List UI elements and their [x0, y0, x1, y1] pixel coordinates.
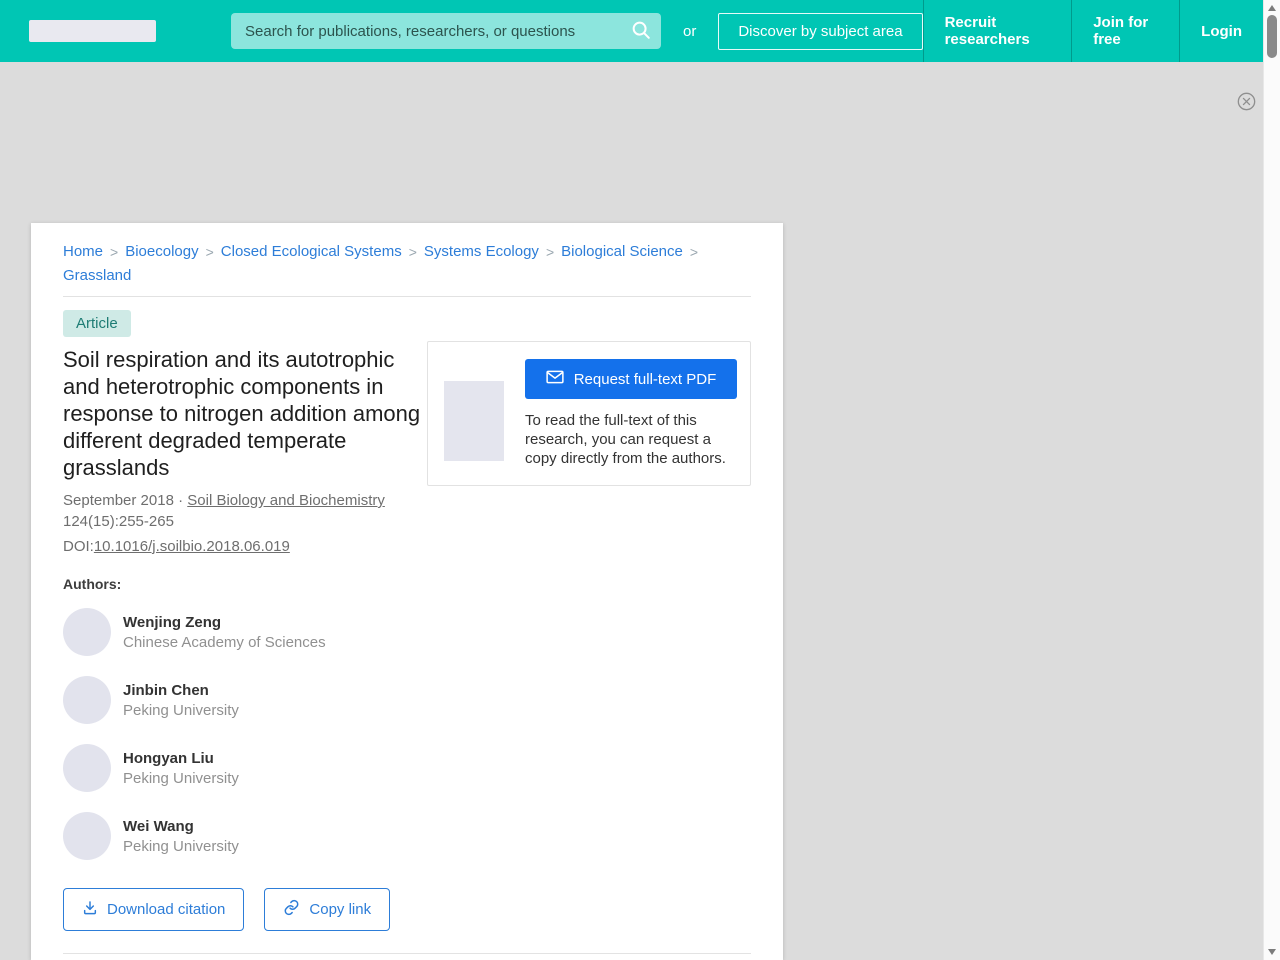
author-affiliation: Peking University — [123, 838, 239, 855]
scrollbar-thumb[interactable] — [1267, 15, 1277, 58]
chevron-right-icon: > — [110, 243, 119, 260]
search-box — [231, 13, 661, 49]
request-fulltext-card: Request full-text PDF To read the full-t… — [427, 341, 751, 486]
author-row[interactable]: Wei Wang Peking University — [63, 812, 427, 860]
search-input[interactable] — [231, 13, 661, 49]
top-navigation-bar: or Discover by subject area Recruit rese… — [0, 0, 1263, 62]
page-title: Soil respiration and its autotrophic and… — [63, 347, 421, 480]
publication-date-line: September 2018 · Soil Biology and Bioche… — [63, 490, 427, 511]
chevron-right-icon: > — [205, 243, 214, 260]
article-type-badge: Article — [63, 310, 131, 337]
vertical-scrollbar[interactable] — [1263, 0, 1280, 960]
author-name[interactable]: Wenjing Zeng — [123, 614, 326, 631]
site-logo[interactable] — [29, 20, 156, 42]
author-affiliation: Peking University — [123, 702, 239, 719]
scroll-up-arrow-icon[interactable] — [1268, 5, 1276, 11]
search-icon — [630, 19, 652, 44]
author-info: Jinbin Chen Peking University — [123, 676, 239, 719]
author-info: Wei Wang Peking University — [123, 812, 239, 855]
volume-pages: 124(15):255-265 — [63, 513, 174, 530]
author-row[interactable]: Jinbin Chen Peking University — [63, 676, 427, 724]
request-description: To read the full-text of this research, … — [525, 412, 726, 467]
request-content: Request full-text PDF To read the full-t… — [525, 359, 737, 468]
action-buttons: Download citation Copy link — [63, 888, 427, 931]
avatar[interactable] — [63, 812, 111, 860]
author-name[interactable]: Jinbin Chen — [123, 682, 239, 699]
journal-link[interactable]: Soil Biology and Biochemistry — [187, 492, 385, 509]
article-meta: September 2018 · Soil Biology and Bioche… — [63, 490, 427, 557]
author-affiliation: Peking University — [123, 770, 239, 787]
publication-date: September 2018 — [63, 492, 174, 509]
download-icon — [82, 900, 98, 920]
author-name[interactable]: Wei Wang — [123, 818, 239, 835]
avatar[interactable] — [63, 608, 111, 656]
chevron-right-icon: > — [545, 243, 555, 260]
request-fulltext-button[interactable]: Request full-text PDF — [525, 359, 737, 399]
request-column: Request full-text PDF To read the full-t… — [427, 337, 751, 931]
avatar[interactable] — [63, 676, 111, 724]
nav-recruit-researchers[interactable]: Recruit researchers — [922, 0, 1072, 62]
doi-line: DOI:10.1016/j.soilbio.2018.06.019 — [63, 536, 427, 557]
discover-by-subject-button[interactable]: Discover by subject area — [718, 12, 923, 50]
avatar[interactable] — [63, 744, 111, 792]
article-card: Home > Bioecology > Closed Ecological Sy… — [31, 223, 783, 960]
document-thumbnail — [444, 381, 504, 461]
search-button[interactable] — [625, 16, 657, 46]
copy-link-button[interactable]: Copy link — [264, 888, 391, 931]
breadcrumb-bioecology[interactable]: Bioecology — [125, 243, 198, 260]
close-icon[interactable] — [1237, 92, 1256, 111]
author-name[interactable]: Hongyan Liu — [123, 750, 239, 767]
author-row[interactable]: Wenjing Zeng Chinese Academy of Sciences — [63, 608, 427, 656]
envelope-icon — [546, 370, 564, 388]
breadcrumb-closed-ecological-systems[interactable]: Closed Ecological Systems — [221, 243, 402, 260]
authors-label: Authors: — [63, 576, 122, 592]
citations-references-row: Citations (66) References (69) — [63, 954, 751, 960]
scroll-down-arrow-icon[interactable] — [1268, 949, 1276, 955]
or-label: or — [683, 22, 697, 40]
breadcrumb-divider — [63, 296, 751, 297]
doi-link[interactable]: 10.1016/j.soilbio.2018.06.019 — [94, 538, 290, 555]
author-affiliation: Chinese Academy of Sciences — [123, 634, 326, 651]
download-citation-button[interactable]: Download citation — [63, 888, 245, 931]
download-citation-label: Download citation — [107, 901, 226, 918]
breadcrumb: Home > Bioecology > Closed Ecological Sy… — [63, 223, 751, 284]
breadcrumb-grassland[interactable]: Grassland — [63, 267, 131, 284]
chevron-right-icon: > — [408, 243, 417, 260]
nav-join-for-free[interactable]: Join for free — [1071, 0, 1179, 62]
copy-link-label: Copy link — [309, 901, 372, 918]
link-icon — [283, 899, 300, 920]
dot-separator: · — [178, 492, 184, 509]
author-info: Wenjing Zeng Chinese Academy of Sciences — [123, 608, 326, 651]
article-main-column: Soil respiration and its autotrophic and… — [63, 337, 427, 931]
author-info: Hongyan Liu Peking University — [123, 744, 239, 787]
breadcrumb-systems-ecology[interactable]: Systems Ecology — [424, 243, 539, 260]
breadcrumb-biological-science[interactable]: Biological Science — [561, 243, 683, 260]
nav-login[interactable]: Login — [1179, 0, 1263, 62]
author-row[interactable]: Hongyan Liu Peking University — [63, 744, 427, 792]
chevron-right-icon: > — [689, 243, 699, 260]
request-fulltext-label: Request full-text PDF — [573, 370, 717, 388]
doi-label: DOI: — [63, 538, 94, 555]
breadcrumb-home[interactable]: Home — [63, 243, 103, 260]
